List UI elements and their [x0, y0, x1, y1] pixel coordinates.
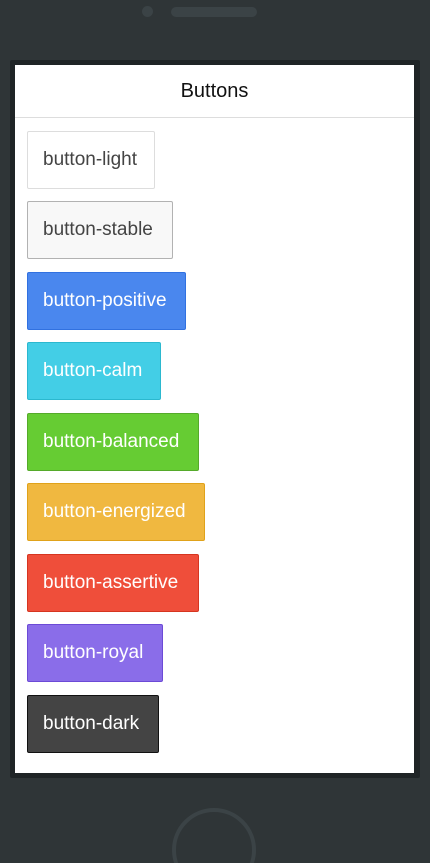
button-assertive[interactable]: button-assertive	[27, 554, 199, 612]
front-camera	[142, 6, 153, 17]
button-dark[interactable]: button-dark	[27, 695, 159, 753]
nav-bar: Buttons	[15, 65, 414, 118]
button-light[interactable]: button-light	[27, 131, 155, 189]
button-positive[interactable]: button-positive	[27, 272, 186, 330]
earpiece-speaker	[171, 7, 257, 17]
button-royal[interactable]: button-royal	[27, 624, 163, 682]
page-title: Buttons	[180, 79, 249, 102]
phone-device-frame: Buttons button-light button-stable butto…	[0, 0, 430, 863]
app-screen: Buttons button-light button-stable butto…	[15, 65, 414, 773]
button-calm[interactable]: button-calm	[27, 342, 161, 400]
button-stable[interactable]: button-stable	[27, 201, 173, 259]
home-button-icon[interactable]	[172, 808, 256, 863]
button-balanced[interactable]: button-balanced	[27, 413, 199, 471]
button-energized[interactable]: button-energized	[27, 483, 205, 541]
